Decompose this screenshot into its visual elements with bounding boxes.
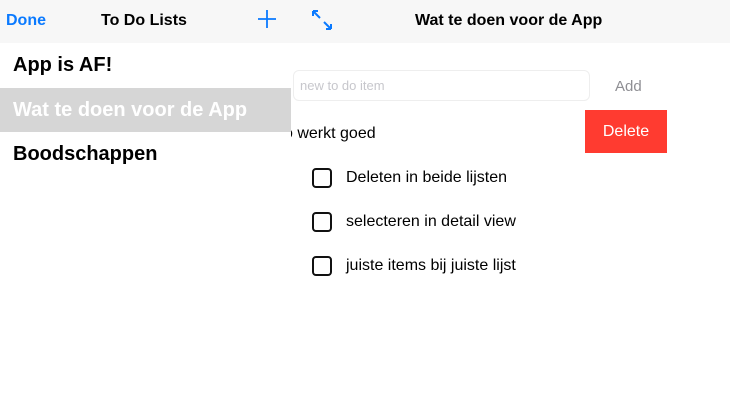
add-button[interactable]: Add	[615, 78, 642, 95]
new-item-input[interactable]	[293, 70, 590, 101]
sidebar-item-app-is-af[interactable]: App is AF!	[0, 43, 291, 87]
item-label: Deleten in beide lijsten	[346, 169, 507, 186]
list-sidebar: App is AF! Wat te doen voor de App Boods…	[0, 43, 291, 411]
item-checkbox[interactable]	[312, 256, 332, 276]
swiped-item-label: o werkt goed	[284, 125, 376, 142]
item-checkbox[interactable]	[312, 212, 332, 232]
sidebar-item-boodschappen[interactable]: Boodschappen	[0, 132, 291, 176]
item-label: juiste items bij juiste lijst	[346, 257, 516, 274]
delete-button[interactable]: Delete	[585, 110, 667, 153]
item-checkbox[interactable]	[312, 168, 332, 188]
item-label: selecteren in detail view	[346, 213, 516, 230]
sidebar-item-wat-te-doen[interactable]: Wat te doen voor de App	[0, 88, 291, 132]
